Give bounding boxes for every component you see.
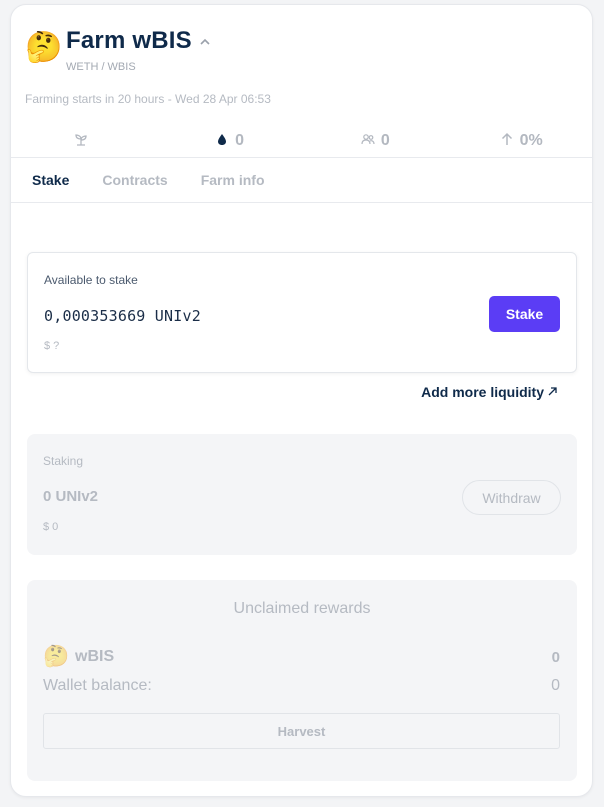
staking-label: Staking	[43, 454, 84, 468]
staking-panel: Staking 0 UNIv2 $ 0 Withdraw	[27, 434, 577, 555]
stat-sprout	[11, 126, 157, 156]
farm-header: 🤔 Farm wBIS WETH / WBIS	[25, 27, 210, 73]
withdraw-button[interactable]: Withdraw	[462, 480, 561, 515]
stats-row: 0 0 0%	[11, 126, 592, 156]
staking-usd: $ 0	[43, 521, 59, 533]
staking-amount: 0 UNIv2	[43, 488, 99, 505]
stat-liquidity: 0	[157, 126, 303, 156]
wallet-balance-value: 0	[551, 677, 560, 694]
farm-token-emoji: 🤔	[25, 31, 63, 64]
add-liquidity-label: Add more liquidity	[421, 384, 544, 400]
divider-tabs	[11, 202, 592, 203]
farming-start-notice: Farming starts in 20 hours - Wed 28 Apr …	[25, 92, 271, 106]
rewards-panel: Unclaimed rewards 🤔 wBIS 0 Wallet balanc…	[27, 580, 577, 781]
stat-value: 0%	[519, 132, 543, 149]
pair-label: WETH / WBIS	[66, 61, 136, 73]
page-title: Farm wBIS	[66, 27, 192, 54]
divider-top	[11, 157, 592, 158]
reward-token-value: 0	[551, 648, 560, 666]
title-wrap: Farm wBIS WETH / WBIS	[66, 27, 210, 73]
stake-button[interactable]: Stake	[489, 296, 560, 332]
tab-contracts[interactable]: Contracts	[102, 172, 167, 188]
arrow-up-icon	[500, 132, 514, 151]
available-amount: 0,000353669 UNIv2	[44, 307, 201, 325]
stat-value: 0	[235, 132, 245, 149]
reward-token-row: 🤔 wBIS 0	[43, 644, 560, 670]
stat-value: 0	[380, 132, 390, 149]
wallet-balance-row: Wallet balance: 0	[43, 677, 560, 695]
rewards-heading: Unclaimed rewards	[233, 600, 371, 617]
available-label: Available to stake	[44, 273, 138, 287]
chevron-up-icon[interactable]	[200, 34, 210, 48]
title-row[interactable]: Farm wBIS	[66, 27, 210, 55]
available-to-stake-panel: Available to stake 0,000353669 UNIv2 $ ?…	[27, 252, 577, 373]
stat-users: 0	[303, 126, 449, 156]
farm-card: 🤔 Farm wBIS WETH / WBIS Farming starts i…	[10, 4, 593, 797]
sprout-icon	[74, 132, 88, 151]
reward-token-name: wBIS	[75, 648, 115, 665]
tab-stake[interactable]: Stake	[32, 172, 69, 188]
available-usd: $ ?	[44, 340, 60, 352]
drop-icon	[215, 132, 229, 151]
reward-token-emoji: 🤔	[43, 645, 70, 668]
tab-farm-info[interactable]: Farm info	[201, 172, 265, 188]
users-icon	[361, 132, 375, 151]
add-liquidity-link[interactable]: Add more liquidity	[421, 384, 558, 400]
external-arrow-icon	[547, 384, 558, 400]
harvest-button[interactable]: Harvest	[43, 713, 560, 749]
wallet-balance-label: Wallet balance:	[43, 677, 152, 694]
tab-bar: Stake Contracts Farm info	[32, 172, 265, 188]
stat-apy: 0%	[448, 126, 592, 156]
